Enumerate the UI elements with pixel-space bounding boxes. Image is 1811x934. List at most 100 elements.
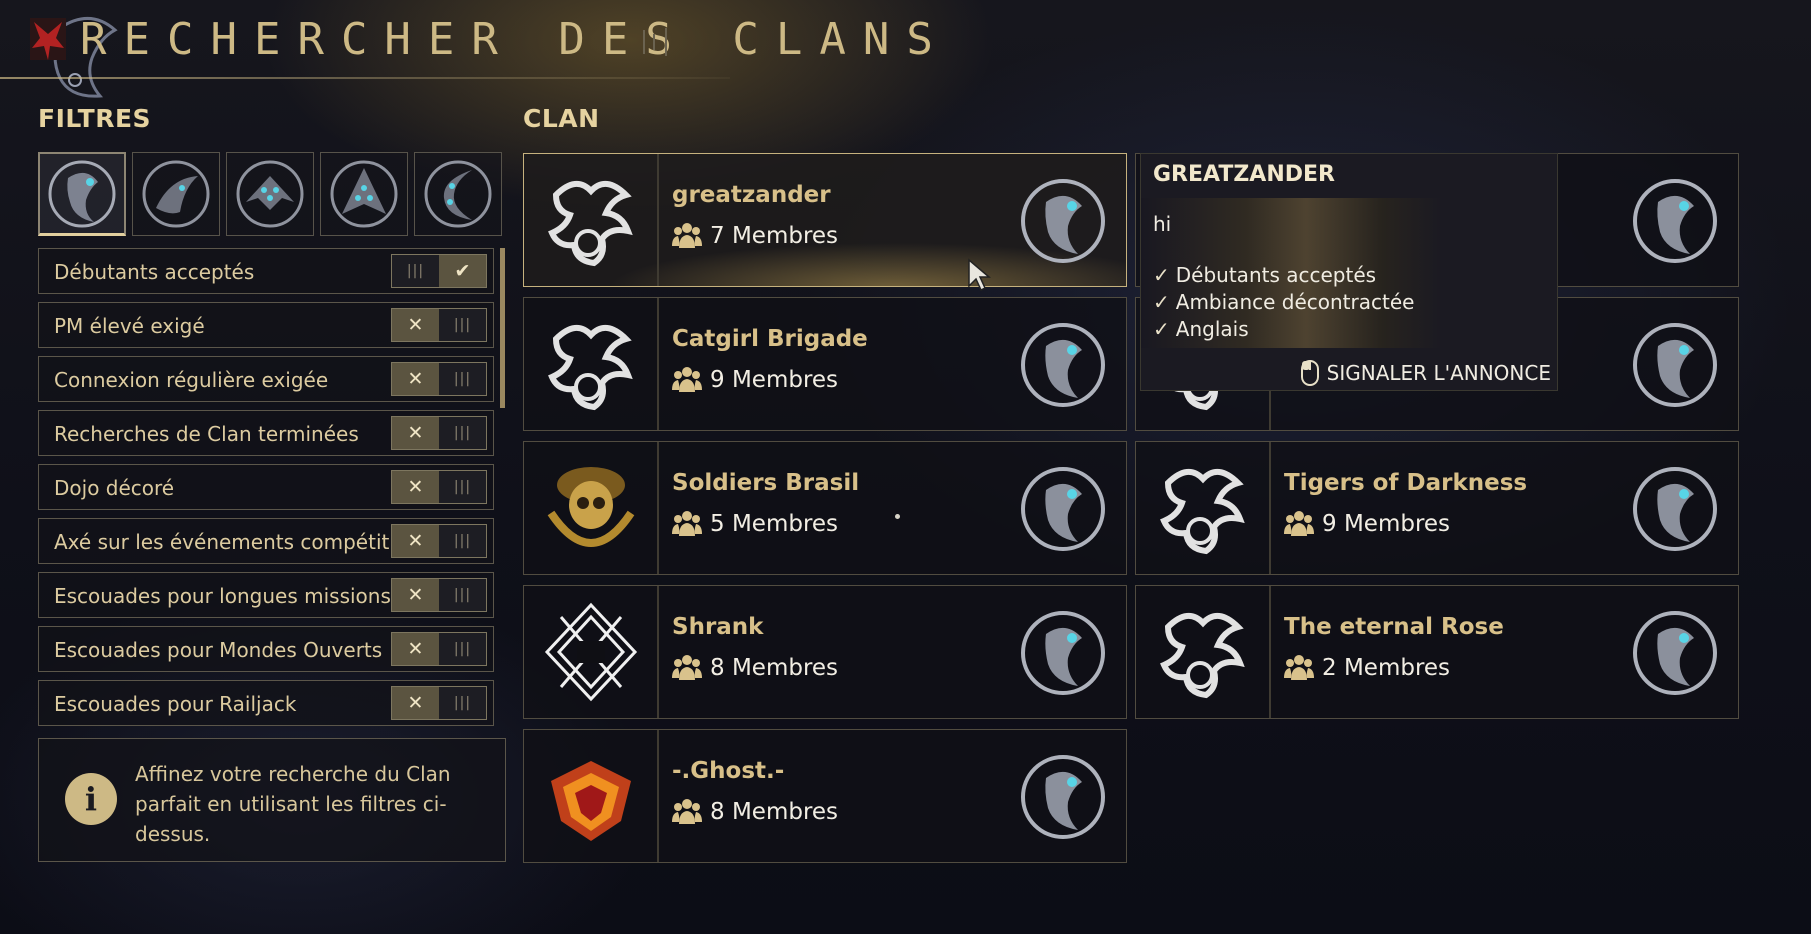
clan-tier-badge-icon <box>1021 179 1105 263</box>
clan-members: 9 Membres <box>1284 510 1450 538</box>
tab-ghost-sigil[interactable] <box>320 152 408 236</box>
clan-logo <box>524 298 659 430</box>
toggle-handle-icon: ||| <box>453 317 472 333</box>
mouse-icon <box>1300 360 1319 386</box>
close-icon: ✕ <box>392 417 439 449</box>
clan-logo <box>1136 586 1271 718</box>
clan-logo-lotus-icon <box>1159 613 1245 699</box>
filter-info-text: Affinez votre recherche du Clan parfait … <box>135 762 451 846</box>
clan-name: -.Ghost.- <box>672 758 785 784</box>
members-icon <box>1284 511 1314 536</box>
filter-label: Débutants acceptés <box>54 260 255 284</box>
filter-toggle[interactable]: ✕ ||| <box>391 632 487 666</box>
clan-tier-badge-icon <box>1021 323 1105 407</box>
clan-name: greatzander <box>672 182 831 208</box>
clan-tier-badge-icon <box>1633 467 1717 551</box>
clan-logo-flame-icon <box>550 761 631 841</box>
filter-row[interactable]: Escouades pour Mondes Ouverts ✕ ||| <box>38 626 494 672</box>
filter-label: Escouades pour Railjack <box>54 692 297 716</box>
clan-members: 7 Membres <box>672 222 838 250</box>
page-header: RECHERCHER DES CLANS <box>0 0 933 98</box>
filter-row[interactable]: Recherches de Clan terminées ✕ ||| <box>38 410 494 456</box>
clan-members: 9 Membres <box>672 366 838 394</box>
filter-label: PM élevé exigé <box>54 314 205 338</box>
filter-row[interactable]: Escouades pour longues missions ✕ ||| <box>38 572 494 618</box>
members-icon <box>1284 655 1314 680</box>
clan-card[interactable]: Soldiers Brasil 5 Membres <box>523 441 1127 575</box>
clan-name: Shrank <box>672 614 764 640</box>
filter-row[interactable]: PM élevé exigé ✕ ||| <box>38 302 494 348</box>
tab-mountain-sigil[interactable] <box>226 152 314 236</box>
clan-name: Soldiers Brasil <box>672 470 860 496</box>
tooltip-tag: ✓ Ambiance décontractée <box>1153 290 1415 314</box>
close-icon: ✕ <box>392 309 439 341</box>
clan-logo <box>524 730 659 862</box>
filter-info-box: i Affinez votre recherche du Clan parfai… <box>38 738 506 862</box>
members-icon <box>672 799 702 824</box>
clan-members: 8 Membres <box>672 798 838 826</box>
toggle-handle-icon: ||| <box>453 695 472 711</box>
clan-members: 8 Membres <box>672 654 838 682</box>
report-listing-button[interactable]: SIGNALER L'ANNONCE <box>1300 360 1551 386</box>
filter-row[interactable]: Débutants acceptés ||| ✔ <box>38 248 494 294</box>
clan-tooltip: GREATZANDER hi ✓ Débutants acceptés ✓ Ambi… <box>1140 153 1558 391</box>
filter-toggle[interactable]: ✕ ||| <box>391 470 487 504</box>
members-icon <box>672 655 702 680</box>
filter-toggle[interactable]: ✕ ||| <box>391 308 487 342</box>
filter-row[interactable]: Escouades pour Railjack ✕ ||| <box>38 680 494 726</box>
filter-tabs <box>38 152 502 236</box>
filter-row[interactable]: Dojo décoré ✕ ||| <box>38 464 494 510</box>
members-icon <box>672 223 702 248</box>
clan-name: Catgirl Brigade <box>672 326 868 352</box>
tooltip-message: hi <box>1153 212 1172 236</box>
tooltip-tag: ✓ Débutants acceptés <box>1153 263 1377 287</box>
shadow-sigil-icon <box>424 160 492 228</box>
clan-card[interactable]: greatzander 7 Membres <box>523 153 1127 287</box>
close-icon: ✕ <box>392 525 439 557</box>
clan-card[interactable]: Tigers of Darkness 9 Membres <box>1135 441 1739 575</box>
filter-scrollbar[interactable] <box>500 248 505 408</box>
filter-label: Escouades pour Mondes Ouverts <box>54 638 383 662</box>
ghost-sigil-icon <box>330 160 398 228</box>
close-icon: ✕ <box>392 471 439 503</box>
filter-row[interactable]: Connexion régulière exigée ✕ ||| <box>38 356 494 402</box>
toggle-handle-icon: ||| <box>406 263 425 279</box>
clan-card[interactable]: -.Ghost.- 8 Membres <box>523 729 1127 863</box>
check-icon: ✓ <box>1153 317 1170 341</box>
filters-heading: FILTRES <box>38 104 152 133</box>
clan-logo <box>524 586 659 718</box>
tab-moon-sigil[interactable] <box>132 152 220 236</box>
members-icon <box>672 367 702 392</box>
clan-tier-badge-icon <box>1633 323 1717 407</box>
filter-label: Escouades pour longues missions <box>54 584 391 608</box>
clan-tier-badge-icon <box>1633 611 1717 695</box>
clan-logo-diamond-icon <box>544 602 637 702</box>
storm-sigil-icon <box>48 160 116 227</box>
check-icon: ✓ <box>1153 290 1170 314</box>
clan-tier-badge-icon <box>1021 467 1105 551</box>
tooltip-title: GREATZANDER <box>1153 162 1335 187</box>
clan-logo-lotus-icon <box>547 325 633 411</box>
filter-toggle[interactable]: ✕ ||| <box>391 686 487 720</box>
report-listing-label: SIGNALER L'ANNONCE <box>1326 361 1551 385</box>
filter-toggle[interactable]: ||| ✔ <box>391 254 487 288</box>
filter-toggle[interactable]: ✕ ||| <box>391 524 487 558</box>
clan-tier-badge-icon <box>1021 611 1105 695</box>
info-icon: i <box>65 773 117 825</box>
filter-toggle[interactable]: ✕ ||| <box>391 578 487 612</box>
filter-toggle[interactable]: ✕ ||| <box>391 416 487 450</box>
clan-card[interactable]: Catgirl Brigade 9 Membres <box>523 297 1127 431</box>
header-divider <box>0 77 730 79</box>
tab-storm-sigil[interactable] <box>38 152 126 236</box>
toggle-handle-icon: ||| <box>453 533 472 549</box>
toggle-handle-icon: ||| <box>453 587 472 603</box>
filter-toggle[interactable]: ✕ ||| <box>391 362 487 396</box>
clan-heading: CLAN <box>523 104 600 133</box>
clan-logo <box>1136 442 1271 574</box>
clan-card[interactable]: The eternal Rose 2 Membres <box>1135 585 1739 719</box>
clan-logo <box>524 154 659 286</box>
clan-card[interactable]: Shrank 8 Membres <box>523 585 1127 719</box>
filter-row[interactable]: Axé sur les événements compétitifs ✕ ||| <box>38 518 494 564</box>
tooltip-tag: ✓ Anglais <box>1153 317 1249 341</box>
tab-shadow-sigil[interactable] <box>414 152 502 236</box>
